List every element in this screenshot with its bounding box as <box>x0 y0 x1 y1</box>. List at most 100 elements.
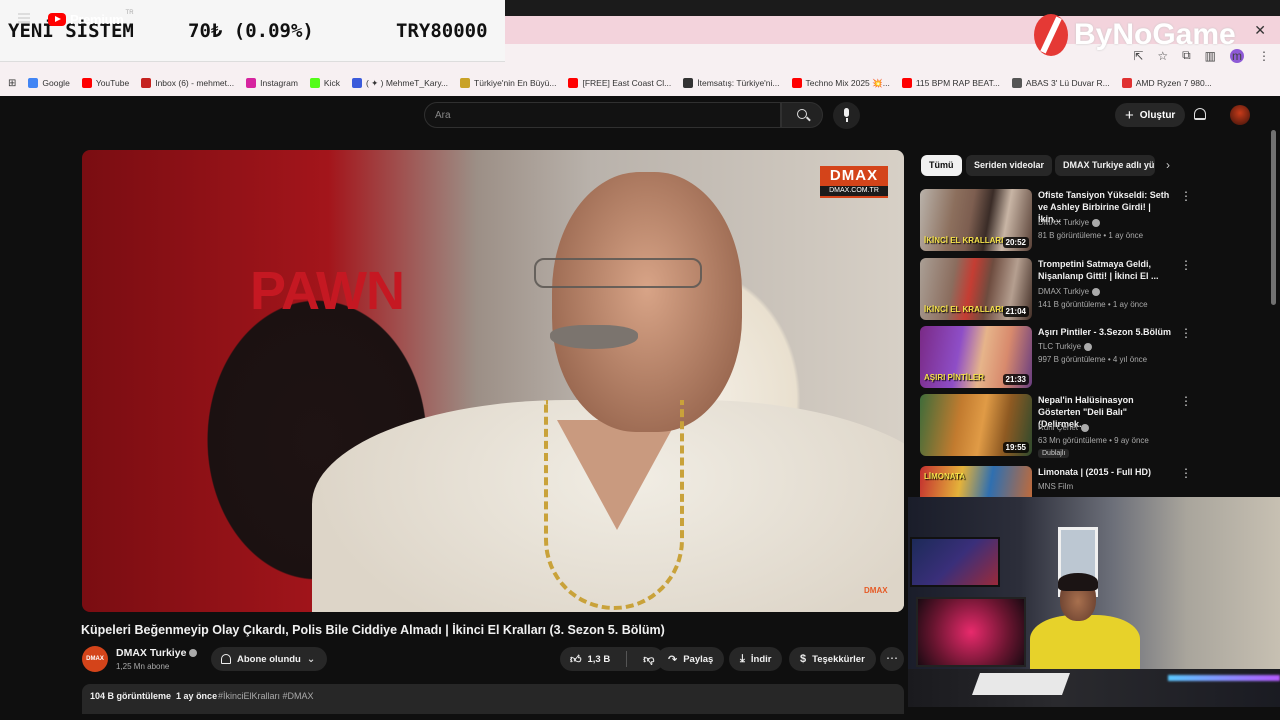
hashtags[interactable]: #İkinciElKralları #DMAX <box>218 691 314 701</box>
bookmark-item[interactable]: 115 BPM RAP BEAT... <box>901 78 1000 88</box>
bookmark-item[interactable]: ( ✦ ) MehmeT_Kary... <box>351 78 448 89</box>
recommended-meta: 63 Mn görüntüleme • 9 ay önce <box>1038 436 1149 445</box>
webcam-person-hair <box>1058 573 1098 591</box>
chevron-right-icon[interactable]: › <box>1166 158 1170 172</box>
thumbs-up-icon: 👍︎ <box>570 653 582 666</box>
subscriber-count: 1,25 Mn abone <box>116 662 170 671</box>
bookmark-favicon-icon <box>1011 78 1022 88</box>
bynogame-mark-icon <box>1034 14 1068 56</box>
bookmark-item[interactable]: Kick <box>309 78 340 88</box>
thumbnail-overlay-text: LİMONATA <box>924 472 966 481</box>
chip-channel[interactable]: DMAX Turkiye adlı yü <box>1055 155 1155 176</box>
recommended-channel-text[interactable]: DMAX Turkiye <box>1038 218 1089 227</box>
screen: ✕ ⇱ ☆ ⧉ ▥ m ⋮ YENİ SİSTEM 70₺ (0.09%) TR… <box>0 0 1280 720</box>
recommended-title[interactable]: Limonata | (2015 - Full HD) <box>1038 466 1174 478</box>
video-thumbnail[interactable]: İKİNCİ EL KRALLARI 21:04 <box>920 258 1032 320</box>
webcam-paper <box>971 673 1071 695</box>
recommended-video[interactable]: AŞIRI PİNTİLER 21:33 Aşırı Pintiler - 3.… <box>920 326 1192 388</box>
video-thumbnail[interactable]: İKİNCİ EL KRALLARI 20:52 <box>920 189 1032 251</box>
menu-icon[interactable] <box>18 13 30 23</box>
region-code: TR <box>125 9 134 16</box>
verified-icon <box>1092 218 1101 227</box>
page-scrollbar[interactable] <box>1271 130 1276 305</box>
more-options-icon[interactable]: ⋮ <box>1180 326 1192 340</box>
recommended-meta: 81 B görüntüleme • 1 ay önce <box>1038 231 1144 240</box>
bookmark-item[interactable]: İtemsatış: Türkiye'ni... <box>683 78 780 88</box>
more-actions-icon[interactable]: ⋯ <box>880 647 904 671</box>
notifications-bell-icon[interactable] <box>1194 108 1206 120</box>
bookmark-item[interactable]: AMD Ryzen 7 980... <box>1121 78 1212 88</box>
recommended-meta: 997 B görüntüleme • 4 yıl önce <box>1038 355 1148 364</box>
share-icon: ↷ <box>668 653 678 666</box>
super-thanks-icon: $ <box>800 653 807 665</box>
thanks-button[interactable]: $ Teşekkürler <box>789 647 876 671</box>
more-options-icon[interactable]: ⋮ <box>1180 394 1192 408</box>
bookmark-label: ABAS 3' Lü Duvar R... <box>1025 78 1110 88</box>
video-thumbnail[interactable]: AŞIRI PİNTİLER 21:33 <box>920 326 1032 388</box>
more-options-icon[interactable]: ⋮ <box>1180 189 1192 203</box>
bookmark-item[interactable]: Instagram <box>246 78 298 88</box>
bookmark-favicon-icon <box>28 78 39 88</box>
download-label: İndir <box>750 653 772 665</box>
bookmark-item[interactable]: Techno Mix 2025 💥... <box>791 77 890 89</box>
chip-all[interactable]: Tümü <box>921 155 962 176</box>
recommended-channel[interactable]: DMAX Turkiye <box>1038 218 1101 227</box>
recommended-title[interactable]: Trompetini Satmaya Geldi, Nişanlanıp Git… <box>1038 258 1174 282</box>
description-box[interactable]: 104 B görüntüleme 1 ay önce #İkinciElKra… <box>82 684 904 714</box>
dubbed-badge: Dublajlı <box>1038 449 1070 458</box>
chip-series[interactable]: Seriden videolar <box>966 155 1053 176</box>
like-button[interactable]: 👍︎ 1,3 B <box>560 647 620 671</box>
recommended-channel[interactable]: TLC Turkiye <box>1038 342 1093 351</box>
bookmark-item[interactable]: Inbox (6) - mehmet... <box>141 78 234 88</box>
recommended-video[interactable]: İKİNCİ EL KRALLARI 21:04 Trompetini Satm… <box>920 258 1192 320</box>
recommended-channel[interactable]: Ruhi Çenet <box>1038 423 1090 432</box>
share-button[interactable]: ↷ Paylaş <box>657 647 725 671</box>
thanks-label: Teşekkürler <box>812 653 865 665</box>
more-options-icon[interactable]: ⋮ <box>1180 466 1192 480</box>
dmax-watermark-title: DMAX <box>829 167 879 184</box>
bookmark-favicon-icon <box>141 78 152 88</box>
bookmark-item[interactable]: YouTube <box>81 78 129 88</box>
thumbs-down-icon: 👎︎ <box>643 653 655 666</box>
recommended-channel-text[interactable]: DMAX Turkiye <box>1038 287 1089 296</box>
download-button[interactable]: ⤓ İndir <box>729 647 783 671</box>
video-player[interactable]: PAWN DMAX DMAX.COM.TR DMAX <box>82 150 904 612</box>
voice-search-button[interactable] <box>833 102 860 129</box>
subscribed-button[interactable]: Abone olundu ⌄ <box>211 647 328 671</box>
bookmark-item[interactable]: [FREE] East Coast Cl... <box>568 78 671 88</box>
recommended-title[interactable]: Aşırı Pintiler - 3.Sezon 5.Bölüm <box>1038 326 1174 338</box>
video-duration: 19:55 <box>1002 442 1029 453</box>
verified-icon <box>189 649 198 658</box>
webcam-led-strip <box>1168 675 1280 681</box>
bookmark-label: Techno Mix 2025 💥... <box>805 77 890 88</box>
bookmark-label: İtemsatış: Türkiye'ni... <box>697 78 780 88</box>
channel-avatar[interactable]: DMAX <box>82 646 108 672</box>
verified-icon <box>1092 287 1101 296</box>
more-options-icon[interactable]: ⋮ <box>1180 258 1192 272</box>
bookmark-item[interactable]: Türkiye'nin En Büyü... <box>460 78 556 88</box>
youtube-premium-logo[interactable]: Premium TR <box>48 9 134 27</box>
like-dislike-group: 👍︎ 1,3 B 👎︎ <box>560 647 665 671</box>
bookmark-item[interactable]: Google <box>28 78 70 88</box>
download-icon: ⤓ <box>740 652 745 665</box>
bookmark-item[interactable]: ABAS 3' Lü Duvar R... <box>1011 78 1110 88</box>
bookmark-label: [FREE] East Coast Cl... <box>582 78 672 88</box>
apps-icon[interactable]: ⊞ <box>8 78 16 89</box>
recommended-channel[interactable]: DMAX Turkiye <box>1038 287 1101 296</box>
recommended-channel-text[interactable]: Ruhi Çenet <box>1038 423 1078 432</box>
subscribed-label: Abone olundu <box>237 653 301 665</box>
recommended-channel-text[interactable]: TLC Turkiye <box>1038 342 1081 351</box>
search-input[interactable]: Ara <box>424 102 781 128</box>
recommended-video[interactable]: İKİNCİ EL KRALLARI 20:52 Ofiste Tansiyon… <box>920 189 1192 251</box>
search-button[interactable] <box>781 102 823 128</box>
channel-name[interactable]: DMAX Turkiye <box>116 647 198 659</box>
bookmark-label: Kick <box>323 78 340 88</box>
user-avatar[interactable] <box>1230 105 1250 125</box>
recommended-channel[interactable]: MNS Film <box>1038 482 1073 491</box>
video-thumbnail[interactable]: 19:55 <box>920 394 1032 456</box>
create-button[interactable]: + Oluştur <box>1115 103 1186 127</box>
recommended-video[interactable]: 19:55 Nepal'in Halüsinasyon Gösterten "D… <box>920 394 1192 458</box>
bookmark-label: Instagram <box>260 78 298 88</box>
channel-name-text[interactable]: DMAX Turkiye <box>116 647 186 659</box>
like-divider <box>626 651 628 667</box>
